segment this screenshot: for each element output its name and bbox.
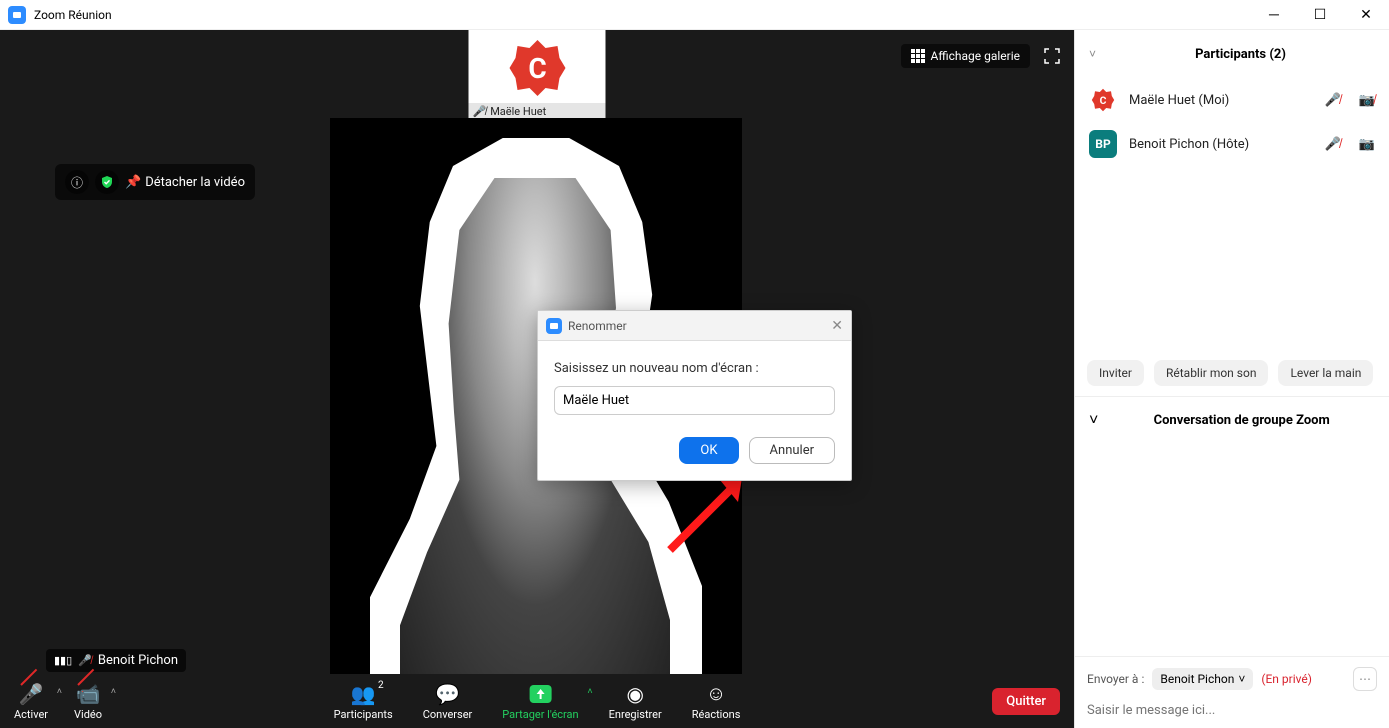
participant-name: Maële Huet (Moi) bbox=[1129, 93, 1307, 108]
rename-input[interactable] bbox=[554, 386, 835, 415]
participant-row[interactable]: C Maële Huet (Moi) 🎤̸ 📷̸ bbox=[1089, 78, 1375, 122]
participants-button[interactable]: 👥2 Participants bbox=[334, 682, 393, 721]
chat-title: Conversation de groupe Zoom bbox=[1108, 413, 1375, 428]
avatar: C bbox=[1089, 86, 1117, 114]
avatar-c-logo: C bbox=[469, 30, 606, 105]
rename-dialog: Renommer ✕ Saisissez un nouveau nom d'éc… bbox=[537, 310, 852, 481]
record-icon: ◉ bbox=[626, 682, 643, 706]
zoom-icon bbox=[546, 318, 562, 334]
chevron-down-icon: ˅ bbox=[1089, 47, 1096, 61]
dialog-title: Renommer bbox=[568, 319, 627, 333]
people-icon: 👥2 bbox=[351, 682, 376, 706]
chat-messages bbox=[1075, 443, 1389, 656]
smile-icon: ☺ bbox=[706, 682, 726, 706]
self-video-thumbnail[interactable]: C 🎤̸ Maële Huet bbox=[469, 30, 606, 119]
minimize-button[interactable]: ─ bbox=[1251, 0, 1297, 30]
record-button[interactable]: ◉ Enregistrer bbox=[609, 682, 662, 721]
main-speaker-label: ▮▮▯ 🎤̸ Benoit Pichon bbox=[46, 649, 186, 672]
shield-icon[interactable] bbox=[95, 170, 119, 194]
chat-panel-header[interactable]: ˅ Conversation de groupe Zoom bbox=[1075, 397, 1389, 443]
muted-mic-icon: 🎤̸ bbox=[473, 105, 487, 118]
unpin-video-button[interactable]: 📌 Détacher la vidéo bbox=[125, 175, 245, 190]
close-button[interactable]: ✕ bbox=[1343, 0, 1389, 30]
signal-icon: ▮▮▯ bbox=[54, 654, 72, 667]
svg-text:C: C bbox=[528, 52, 546, 85]
window-title: Zoom Réunion bbox=[34, 8, 112, 22]
pin-bar: ⓘ 📌 Détacher la vidéo bbox=[55, 164, 255, 200]
reactions-button[interactable]: ☺ Réactions bbox=[692, 682, 741, 721]
chevron-up-icon[interactable]: ˄ bbox=[111, 686, 116, 697]
pin-icon: 📌 bbox=[125, 175, 141, 190]
dialog-close-button[interactable]: ✕ bbox=[831, 318, 843, 334]
gallery-label: Affichage galerie bbox=[931, 49, 1020, 63]
chat-recipient-select[interactable]: Benoit Pichon ˅ bbox=[1152, 668, 1253, 690]
muted-mic-icon: 🎤̸ bbox=[1325, 136, 1341, 152]
video-area: C 🎤̸ Maële Huet Affichage galerie ⓘ 📌 bbox=[0, 30, 1074, 728]
chat-button[interactable]: 💬 Converser bbox=[423, 682, 473, 721]
chevron-down-icon: ˅ bbox=[1089, 410, 1098, 430]
ok-button[interactable]: OK bbox=[679, 437, 738, 464]
chat-to-label: Envoyer à : bbox=[1087, 672, 1144, 686]
participants-list: C Maële Huet (Moi) 🎤̸ 📷̸ BP Benoit Picho… bbox=[1075, 78, 1389, 180]
participants-panel-header[interactable]: ˅ Participants (2) bbox=[1075, 30, 1389, 78]
avatar: BP bbox=[1089, 130, 1117, 158]
window-titlebar: Zoom Réunion ─ ☐ ✕ bbox=[0, 0, 1389, 30]
muted-mic-icon: 🎤̸ bbox=[1325, 92, 1341, 108]
chevron-down-icon: ˅ bbox=[1238, 672, 1245, 686]
fullscreen-button[interactable] bbox=[1040, 44, 1064, 68]
camera-off-icon: 📷 bbox=[1359, 137, 1375, 152]
chat-input[interactable] bbox=[1087, 703, 1377, 718]
participants-title: Participants (2) bbox=[1106, 47, 1375, 62]
thumb-name: Maële Huet bbox=[490, 105, 546, 118]
svg-text:C: C bbox=[1100, 94, 1107, 107]
share-screen-button[interactable]: Partager l'écran ˄ bbox=[502, 682, 578, 721]
share-icon bbox=[527, 682, 553, 706]
meeting-toolbar: 🎤 Activer ˄ 📹 Vidéo ˄ 👥2 Participants 💬 bbox=[0, 674, 1074, 728]
chat-private-label: (En privé) bbox=[1261, 672, 1312, 686]
cancel-button[interactable]: Annuler bbox=[749, 437, 835, 464]
side-panel: ˅ Participants (2) C Maële Huet (Moi) 🎤̸… bbox=[1074, 30, 1389, 728]
chevron-up-icon[interactable]: ˄ bbox=[587, 686, 592, 697]
participant-name: Benoit Pichon (Hôte) bbox=[1129, 137, 1307, 152]
speaker-name: Benoit Pichon bbox=[98, 653, 178, 668]
camera-icon: 📹 bbox=[76, 682, 101, 706]
info-icon[interactable]: ⓘ bbox=[65, 170, 89, 194]
camera-off-icon: 📷̸ bbox=[1359, 92, 1375, 108]
participant-row[interactable]: BP Benoit Pichon (Hôte) 🎤̸ 📷 bbox=[1089, 122, 1375, 166]
leave-button[interactable]: Quitter bbox=[992, 688, 1060, 715]
gallery-view-button[interactable]: Affichage galerie bbox=[901, 44, 1030, 68]
mic-icon: 🎤 bbox=[19, 682, 44, 706]
dialog-prompt: Saisissez un nouveau nom d'écran : bbox=[554, 361, 835, 376]
video-button[interactable]: 📹 Vidéo ˄ bbox=[74, 682, 102, 721]
invite-button[interactable]: Inviter bbox=[1087, 360, 1144, 386]
mute-button[interactable]: 🎤 Activer ˄ bbox=[14, 682, 48, 721]
chat-more-button[interactable]: ⋯ bbox=[1353, 667, 1377, 691]
chevron-up-icon[interactable]: ˄ bbox=[57, 686, 62, 697]
raise-hand-button[interactable]: Lever la main bbox=[1278, 360, 1373, 386]
muted-mic-icon: 🎤̸ bbox=[78, 654, 92, 667]
maximize-button[interactable]: ☐ bbox=[1297, 0, 1343, 30]
zoom-icon bbox=[8, 6, 26, 24]
restore-sound-button[interactable]: Rétablir mon son bbox=[1154, 360, 1268, 386]
chat-icon: 💬 bbox=[435, 682, 460, 706]
grid-icon bbox=[911, 49, 925, 63]
